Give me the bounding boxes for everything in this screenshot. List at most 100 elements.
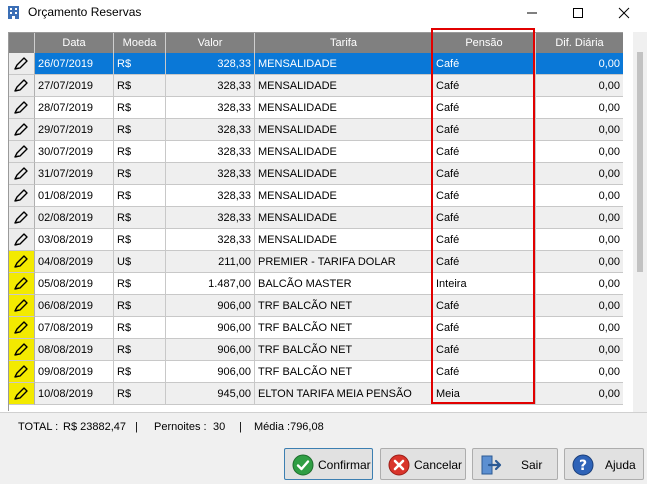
sair-button[interactable]: Sair — [472, 448, 558, 480]
exit-door-icon — [481, 455, 502, 475]
confirmar-button[interactable]: Confirmar — [284, 448, 373, 480]
cell-tarifa: TRF BALCÃO NET — [255, 339, 433, 361]
cell-pensao: Café — [433, 163, 536, 185]
ajuda-button[interactable]: ? Ajuda — [564, 448, 644, 480]
ajuda-label: Ajuda — [605, 458, 636, 472]
pernoites-label: Pernoites : — [154, 421, 207, 433]
table-row[interactable]: 31/07/2019 R$ 328,33 MENSALIDADE Café 0,00 — [9, 163, 623, 185]
minimize-button[interactable] — [509, 0, 555, 25]
cell-pensao: Café — [433, 185, 536, 207]
row-edit-cell[interactable] — [9, 339, 35, 361]
scrollbar-thumb[interactable] — [637, 52, 643, 272]
cell-moeda: R$ — [114, 185, 166, 207]
cell-moeda: R$ — [114, 295, 166, 317]
cell-moeda: R$ — [114, 317, 166, 339]
cell-pensao: Café — [433, 361, 536, 383]
row-edit-cell[interactable] — [9, 229, 35, 251]
row-edit-cell[interactable] — [9, 207, 35, 229]
maximize-button[interactable] — [555, 0, 601, 25]
pencil-icon — [14, 79, 28, 92]
pencil-icon — [14, 57, 28, 70]
header-tarifa[interactable]: Tarifa — [255, 33, 433, 53]
table-row[interactable]: 27/07/2019 R$ 328,33 MENSALIDADE Café 0,00 — [9, 75, 623, 97]
header-moeda[interactable]: Moeda — [114, 33, 166, 53]
table-row[interactable]: 03/08/2019 R$ 328,33 MENSALIDADE Café 0,00 — [9, 229, 623, 251]
cell-moeda: R$ — [114, 361, 166, 383]
vertical-scrollbar[interactable] — [633, 32, 647, 412]
table-row[interactable]: 10/08/2019 R$ 945,00 ELTON TARIFA MEIA PENS… — [9, 383, 623, 405]
cell-moeda: R$ — [114, 53, 166, 75]
row-edit-cell[interactable] — [9, 251, 35, 273]
pencil-icon — [14, 167, 28, 180]
table-row[interactable]: 05/08/2019 R$ 1.487,00 BALCÃO MASTER Inteira… — [9, 273, 623, 295]
pencil-icon — [14, 233, 28, 246]
header-valor[interactable]: Valor — [166, 33, 255, 53]
cell-tarifa: BALCÃO MASTER — [255, 273, 433, 295]
row-edit-cell[interactable] — [9, 185, 35, 207]
cancelar-button[interactable]: Cancelar — [380, 448, 466, 480]
table-row[interactable]: 01/08/2019 R$ 328,33 MENSALIDADE Café 0,00 — [9, 185, 623, 207]
table-row[interactable]: 08/08/2019 R$ 906,00 TRF BALCÃO NET Café 0,00 — [9, 339, 623, 361]
cell-valor: 328,33 — [166, 141, 255, 163]
row-edit-cell[interactable] — [9, 361, 35, 383]
pencil-icon — [14, 101, 28, 114]
table-row[interactable]: 07/08/2019 R$ 906,00 TRF BALCÃO NET Café 0,00 — [9, 317, 623, 339]
table-row[interactable]: 26/07/2019 R$ 328,33 MENSALIDADE Café 0,00 — [9, 53, 623, 75]
table-row[interactable]: 30/07/2019 R$ 328,33 MENSALIDADE Café 0,00 — [9, 141, 623, 163]
cell-moeda: R$ — [114, 163, 166, 185]
row-edit-cell[interactable] — [9, 383, 35, 405]
cell-valor: 328,33 — [166, 163, 255, 185]
cell-moeda: R$ — [114, 75, 166, 97]
cell-dif: 0,00 — [536, 141, 623, 163]
cell-valor: 328,33 — [166, 185, 255, 207]
x-circle-icon — [388, 454, 410, 476]
row-edit-cell[interactable] — [9, 75, 35, 97]
cell-data: 08/08/2019 — [35, 339, 114, 361]
reservations-grid[interactable]: Data Moeda Valor Tarifa Pensão Dif. Diár… — [8, 32, 623, 411]
cell-pensao: Café — [433, 317, 536, 339]
cell-dif: 0,00 — [536, 163, 623, 185]
close-button[interactable] — [601, 0, 647, 25]
header-dif-diaria[interactable]: Dif. Diária — [536, 33, 623, 53]
cancelar-label: Cancelar — [414, 458, 463, 472]
cell-valor: 1.487,00 — [166, 273, 255, 295]
pencil-icon — [14, 387, 28, 400]
cell-pensao: Café — [433, 141, 536, 163]
row-edit-cell[interactable] — [9, 97, 35, 119]
row-edit-cell[interactable] — [9, 273, 35, 295]
row-edit-cell[interactable] — [9, 53, 35, 75]
table-row[interactable]: 06/08/2019 R$ 906,00 TRF BALCÃO NET Café 0,00 — [9, 295, 623, 317]
cell-data: 01/08/2019 — [35, 185, 114, 207]
cell-valor: 945,00 — [166, 383, 255, 405]
cell-data: 09/08/2019 — [35, 361, 114, 383]
cell-data: 30/07/2019 — [35, 141, 114, 163]
cell-valor: 906,00 — [166, 339, 255, 361]
pencil-icon — [14, 343, 28, 356]
row-edit-cell[interactable] — [9, 119, 35, 141]
table-row[interactable]: 28/07/2019 R$ 328,33 MENSALIDADE Café 0,00 — [9, 97, 623, 119]
row-edit-cell[interactable] — [9, 317, 35, 339]
table-row[interactable]: 29/07/2019 R$ 328,33 MENSALIDADE Café 0,00 — [9, 119, 623, 141]
cell-data: 31/07/2019 — [35, 163, 114, 185]
totals-bar: TOTAL : R$ 23882,47 | Pernoites : 30 | M… — [0, 413, 647, 441]
cell-pensao: Café — [433, 119, 536, 141]
cell-valor: 906,00 — [166, 361, 255, 383]
cell-data: 02/08/2019 — [35, 207, 114, 229]
cell-data: 29/07/2019 — [35, 119, 114, 141]
separator: | — [135, 421, 138, 433]
row-edit-cell[interactable] — [9, 141, 35, 163]
cell-pensao: Café — [433, 53, 536, 75]
cell-data: 06/08/2019 — [35, 295, 114, 317]
header-data[interactable]: Data — [35, 33, 114, 53]
cell-valor: 328,33 — [166, 75, 255, 97]
table-row[interactable]: 09/08/2019 R$ 906,00 TRF BALCÃO NET Café 0,00 — [9, 361, 623, 383]
row-edit-cell[interactable] — [9, 295, 35, 317]
cell-moeda: R$ — [114, 339, 166, 361]
table-row[interactable]: 04/08/2019 U$ 211,00 PREMIER - TARIFA DOLAR… — [9, 251, 623, 273]
pencil-icon — [14, 365, 28, 378]
cell-moeda: R$ — [114, 383, 166, 405]
cell-dif: 0,00 — [536, 383, 623, 405]
header-pensao[interactable]: Pensão — [433, 33, 536, 53]
table-row[interactable]: 02/08/2019 R$ 328,33 MENSALIDADE Café 0,00 — [9, 207, 623, 229]
row-edit-cell[interactable] — [9, 163, 35, 185]
